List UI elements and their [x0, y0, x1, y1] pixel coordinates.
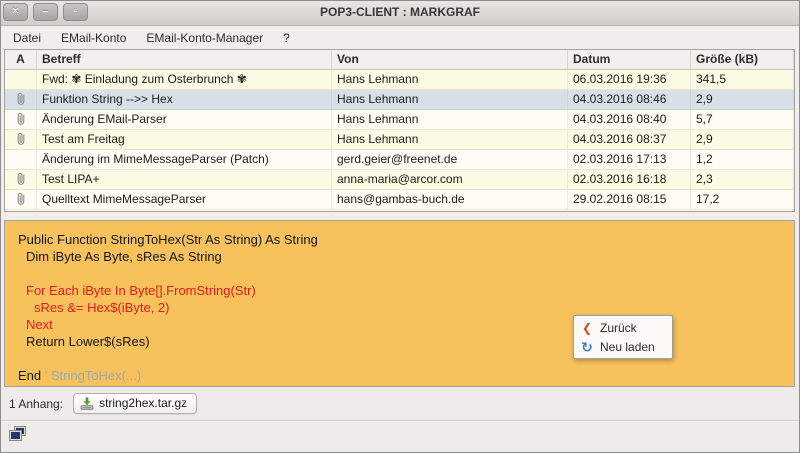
table-row[interactable]: Quelltext MimeMessageParserhans@gambas-b…: [5, 190, 794, 210]
paperclip-icon: [16, 172, 26, 186]
window-title: POP3-CLIENT : MARKGRAF: [1, 5, 799, 19]
cell-von: Hans Lehmann: [332, 110, 568, 130]
menu-item-datei[interactable]: Datei: [3, 28, 51, 48]
reload-icon: ↻: [580, 341, 594, 353]
cell-attachment: [5, 70, 37, 90]
cell-betreff: Fwd: ✾ Einladung zum Osterbrunch ✾: [37, 70, 332, 90]
app-window: ✕ – ▫ POP3-CLIENT : MARKGRAF DateiEMail-…: [0, 0, 800, 453]
code-line: Return Lower$(sRes): [18, 333, 794, 350]
statusbar: [1, 422, 799, 452]
cell-attachment: [5, 190, 37, 210]
cell-groesse: 341,5: [691, 70, 794, 90]
context-menu-item-zur-ck[interactable]: ❮ Zurück: [574, 318, 672, 337]
cell-betreff: Funktion String -->> Hex: [37, 90, 332, 110]
code-line: Dim iByte As Byte, sRes As String: [18, 248, 794, 265]
cell-datum: 04.03.2016 08:40: [568, 110, 691, 130]
cell-betreff: Quelltext MimeMessageParser: [37, 190, 332, 210]
paperclip-icon: [16, 92, 26, 106]
column-header-betreff[interactable]: Betreff: [37, 50, 332, 69]
cell-groesse: 5,7: [691, 110, 794, 130]
table-row[interactable]: Änderung im MimeMessageParser (Patch)ger…: [5, 150, 794, 170]
code-line: [18, 350, 794, 367]
cell-datum: 02.03.2016 16:18: [568, 170, 691, 190]
cell-attachment: [5, 170, 37, 190]
cell-attachment: [5, 90, 37, 110]
table-body: Fwd: ✾ Einladung zum Osterbrunch ✾Hans L…: [5, 70, 794, 210]
mail-table: ABetreffVonDatumGröße (kB) Fwd: ✾ Einlad…: [4, 49, 795, 212]
cell-von: Hans Lehmann: [332, 70, 568, 90]
cell-attachment: [5, 110, 37, 130]
cell-von: Hans Lehmann: [332, 90, 568, 110]
cell-datum: 04.03.2016 08:37: [568, 130, 691, 150]
context-menu-label: Neu laden: [600, 340, 655, 354]
cell-datum: 06.03.2016 19:36: [568, 70, 691, 90]
column-header-a[interactable]: A: [5, 50, 37, 69]
attachment-filename: string2hex.tar.gz: [99, 396, 187, 410]
cell-datum: 02.03.2016 17:13: [568, 150, 691, 170]
cell-betreff: Änderung EMail-Parser: [37, 110, 332, 130]
table-row[interactable]: Änderung EMail-ParserHans Lehmann04.03.2…: [5, 110, 794, 130]
table-header: ABetreffVonDatumGröße (kB): [5, 50, 794, 70]
cell-groesse: 1,2: [691, 150, 794, 170]
paperclip-icon: [16, 192, 26, 206]
cell-groesse: 17,2: [691, 190, 794, 210]
menubar: DateiEMail-KontoEMail-Konto-Manager?: [1, 27, 799, 48]
cell-datum: 29.02.2016 08:15: [568, 190, 691, 210]
paperclip-icon: [16, 132, 26, 146]
download-icon: [80, 397, 94, 410]
windows-stack-icon[interactable]: [9, 426, 29, 444]
code-line: Public Function StringToHex(Str As Strin…: [18, 231, 794, 248]
cell-attachment: [5, 130, 37, 150]
column-header-gr-e-kb[interactable]: Größe (kB): [691, 50, 794, 69]
paperclip-icon: [16, 112, 26, 126]
code-line: sRes &= Hex$(iByte, 2): [18, 299, 794, 316]
code-line: [18, 265, 794, 282]
context-menu-label: Zurück: [600, 321, 637, 335]
context-menu: ❮ Zurück ↻ Neu laden: [573, 315, 673, 359]
menu-item-email-konto-manager[interactable]: EMail-Konto-Manager: [136, 28, 273, 48]
column-header-datum[interactable]: Datum: [568, 50, 691, 69]
cell-betreff: Änderung im MimeMessageParser (Patch): [37, 150, 332, 170]
cell-groesse: 2,9: [691, 90, 794, 110]
attachment-count-label: 1 Anhang:: [9, 397, 63, 411]
cell-betreff: Test LIPA+: [37, 170, 332, 190]
cell-attachment: [5, 150, 37, 170]
cell-von: gerd.geier@freenet.de: [332, 150, 568, 170]
table-row[interactable]: Test LIPA+anna-maria@arcor.com02.03.2016…: [5, 170, 794, 190]
column-header-von[interactable]: Von: [332, 50, 568, 69]
cell-von: anna-maria@arcor.com: [332, 170, 568, 190]
titlebar[interactable]: ✕ – ▫ POP3-CLIENT : MARKGRAF: [1, 1, 799, 26]
attachment-bar: 1 Anhang: string2hex.tar.gz: [1, 387, 799, 420]
menu-item-email-konto[interactable]: EMail-Konto: [51, 28, 136, 48]
code-line: For Each iByte In Byte[].FromString(Str): [18, 282, 794, 299]
cell-groesse: 2,9: [691, 130, 794, 150]
message-body-view[interactable]: Public Function StringToHex(Str As Strin…: [4, 220, 795, 387]
back-icon: ❮: [580, 321, 594, 335]
cell-groesse: 2,3: [691, 170, 794, 190]
table-row[interactable]: Fwd: ✾ Einladung zum Osterbrunch ✾Hans L…: [5, 70, 794, 90]
attachment-button[interactable]: string2hex.tar.gz: [73, 393, 197, 414]
menu-item-help[interactable]: ?: [273, 28, 300, 48]
cell-datum: 04.03.2016 08:46: [568, 90, 691, 110]
cell-von: Hans Lehmann: [332, 130, 568, 150]
table-row[interactable]: Funktion String -->> HexHans Lehmann04.0…: [5, 90, 794, 110]
table-row[interactable]: Test am FreitagHans Lehmann04.03.2016 08…: [5, 130, 794, 150]
code-line: Next: [18, 316, 794, 333]
cell-betreff: Test am Freitag: [37, 130, 332, 150]
cell-von: hans@gambas-buch.de: [332, 190, 568, 210]
code-line: End ' StringToHex(...): [18, 367, 794, 384]
context-menu-item-neu-laden[interactable]: ↻ Neu laden: [574, 337, 672, 356]
